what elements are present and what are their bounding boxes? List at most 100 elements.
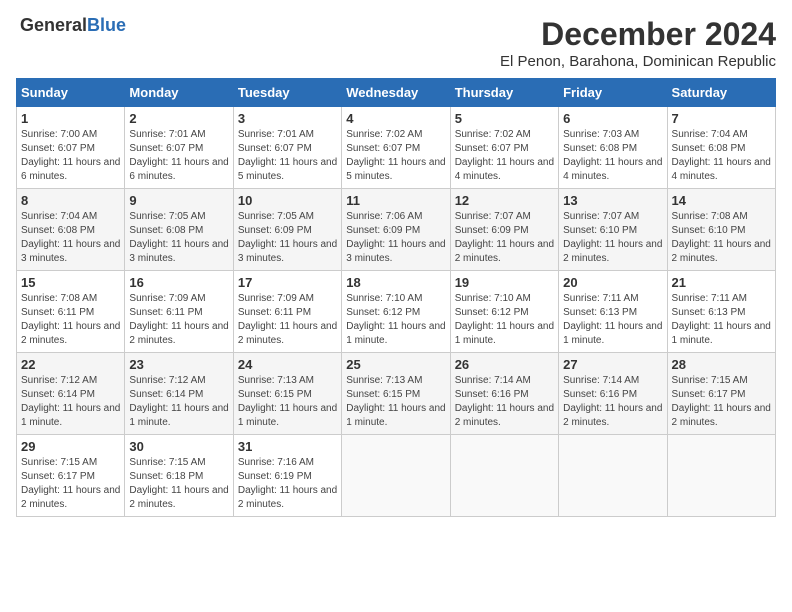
day-info: Sunrise: 7:15 AM Sunset: 6:18 PM Dayligh…: [129, 456, 228, 512]
day-info: Sunrise: 7:09 AM Sunset: 6:11 PM Dayligh…: [238, 292, 337, 348]
calendar-cell: 20 Sunrise: 7:11 AM Sunset: 6:13 PM Dayl…: [559, 271, 667, 353]
day-info: Sunrise: 7:14 AM Sunset: 6:16 PM Dayligh…: [455, 374, 554, 430]
day-number: 22: [21, 357, 120, 372]
calendar-cell: 11 Sunrise: 7:06 AM Sunset: 6:09 PM Dayl…: [342, 189, 450, 271]
day-info: Sunrise: 7:09 AM Sunset: 6:11 PM Dayligh…: [129, 292, 228, 348]
day-number: 16: [129, 275, 228, 290]
day-number: 5: [455, 111, 554, 126]
day-info: Sunrise: 7:11 AM Sunset: 6:13 PM Dayligh…: [672, 292, 771, 348]
day-info: Sunrise: 7:02 AM Sunset: 6:07 PM Dayligh…: [455, 128, 554, 184]
calendar-body: 1 Sunrise: 7:00 AM Sunset: 6:07 PM Dayli…: [17, 107, 776, 517]
calendar-cell: 9 Sunrise: 7:05 AM Sunset: 6:08 PM Dayli…: [125, 189, 233, 271]
day-info: Sunrise: 7:07 AM Sunset: 6:10 PM Dayligh…: [563, 210, 662, 266]
calendar-cell: 22 Sunrise: 7:12 AM Sunset: 6:14 PM Dayl…: [17, 353, 125, 435]
calendar-cell: 30 Sunrise: 7:15 AM Sunset: 6:18 PM Dayl…: [125, 435, 233, 517]
weekday-header-monday: Monday: [125, 79, 233, 107]
calendar-cell: 7 Sunrise: 7:04 AM Sunset: 6:08 PM Dayli…: [667, 107, 775, 189]
calendar-cell: 29 Sunrise: 7:15 AM Sunset: 6:17 PM Dayl…: [17, 435, 125, 517]
calendar-cell: 21 Sunrise: 7:11 AM Sunset: 6:13 PM Dayl…: [667, 271, 775, 353]
day-number: 3: [238, 111, 337, 126]
day-number: 4: [346, 111, 445, 126]
calendar-cell: 6 Sunrise: 7:03 AM Sunset: 6:08 PM Dayli…: [559, 107, 667, 189]
day-info: Sunrise: 7:06 AM Sunset: 6:09 PM Dayligh…: [346, 210, 445, 266]
calendar-week-row: 22 Sunrise: 7:12 AM Sunset: 6:14 PM Dayl…: [17, 353, 776, 435]
day-info: Sunrise: 7:04 AM Sunset: 6:08 PM Dayligh…: [672, 128, 771, 184]
day-number: 20: [563, 275, 662, 290]
calendar-week-row: 8 Sunrise: 7:04 AM Sunset: 6:08 PM Dayli…: [17, 189, 776, 271]
calendar-cell: 17 Sunrise: 7:09 AM Sunset: 6:11 PM Dayl…: [233, 271, 341, 353]
day-info: Sunrise: 7:14 AM Sunset: 6:16 PM Dayligh…: [563, 374, 662, 430]
logo-text: GeneralBlue: [20, 16, 126, 36]
day-number: 1: [21, 111, 120, 126]
day-info: Sunrise: 7:13 AM Sunset: 6:15 PM Dayligh…: [346, 374, 445, 430]
calendar-week-row: 1 Sunrise: 7:00 AM Sunset: 6:07 PM Dayli…: [17, 107, 776, 189]
day-info: Sunrise: 7:05 AM Sunset: 6:09 PM Dayligh…: [238, 210, 337, 266]
weekday-header-row: SundayMondayTuesdayWednesdayThursdayFrid…: [17, 79, 776, 107]
calendar-week-row: 15 Sunrise: 7:08 AM Sunset: 6:11 PM Dayl…: [17, 271, 776, 353]
calendar-cell: 31 Sunrise: 7:16 AM Sunset: 6:19 PM Dayl…: [233, 435, 341, 517]
calendar-cell: 19 Sunrise: 7:10 AM Sunset: 6:12 PM Dayl…: [450, 271, 558, 353]
location-title: El Penon, Barahona, Dominican Republic: [500, 53, 776, 70]
day-info: Sunrise: 7:16 AM Sunset: 6:19 PM Dayligh…: [238, 456, 337, 512]
day-info: Sunrise: 7:11 AM Sunset: 6:13 PM Dayligh…: [563, 292, 662, 348]
day-number: 31: [238, 439, 337, 454]
calendar-cell: 8 Sunrise: 7:04 AM Sunset: 6:08 PM Dayli…: [17, 189, 125, 271]
day-number: 13: [563, 193, 662, 208]
day-info: Sunrise: 7:10 AM Sunset: 6:12 PM Dayligh…: [455, 292, 554, 348]
calendar-cell: 15 Sunrise: 7:08 AM Sunset: 6:11 PM Dayl…: [17, 271, 125, 353]
logo: GeneralBlue: [16, 16, 126, 36]
calendar-cell: 16 Sunrise: 7:09 AM Sunset: 6:11 PM Dayl…: [125, 271, 233, 353]
weekday-header-friday: Friday: [559, 79, 667, 107]
day-number: 10: [238, 193, 337, 208]
day-number: 23: [129, 357, 228, 372]
day-number: 8: [21, 193, 120, 208]
day-info: Sunrise: 7:12 AM Sunset: 6:14 PM Dayligh…: [21, 374, 120, 430]
day-info: Sunrise: 7:01 AM Sunset: 6:07 PM Dayligh…: [129, 128, 228, 184]
day-number: 12: [455, 193, 554, 208]
header: GeneralBlue December 2024 El Penon, Bara…: [16, 16, 776, 70]
day-info: Sunrise: 7:15 AM Sunset: 6:17 PM Dayligh…: [672, 374, 771, 430]
calendar-cell: [559, 435, 667, 517]
day-number: 28: [672, 357, 771, 372]
day-number: 11: [346, 193, 445, 208]
calendar-cell: 12 Sunrise: 7:07 AM Sunset: 6:09 PM Dayl…: [450, 189, 558, 271]
calendar-cell: 27 Sunrise: 7:14 AM Sunset: 6:16 PM Dayl…: [559, 353, 667, 435]
calendar-cell: 2 Sunrise: 7:01 AM Sunset: 6:07 PM Dayli…: [125, 107, 233, 189]
day-info: Sunrise: 7:07 AM Sunset: 6:09 PM Dayligh…: [455, 210, 554, 266]
day-info: Sunrise: 7:15 AM Sunset: 6:17 PM Dayligh…: [21, 456, 120, 512]
day-info: Sunrise: 7:12 AM Sunset: 6:14 PM Dayligh…: [129, 374, 228, 430]
calendar-cell: 5 Sunrise: 7:02 AM Sunset: 6:07 PM Dayli…: [450, 107, 558, 189]
day-info: Sunrise: 7:00 AM Sunset: 6:07 PM Dayligh…: [21, 128, 120, 184]
logo-general: General: [20, 15, 87, 35]
day-number: 6: [563, 111, 662, 126]
day-number: 26: [455, 357, 554, 372]
calendar-cell: 4 Sunrise: 7:02 AM Sunset: 6:07 PM Dayli…: [342, 107, 450, 189]
day-number: 24: [238, 357, 337, 372]
calendar-week-row: 29 Sunrise: 7:15 AM Sunset: 6:17 PM Dayl…: [17, 435, 776, 517]
weekday-header-sunday: Sunday: [17, 79, 125, 107]
calendar-cell: 18 Sunrise: 7:10 AM Sunset: 6:12 PM Dayl…: [342, 271, 450, 353]
calendar-cell: 25 Sunrise: 7:13 AM Sunset: 6:15 PM Dayl…: [342, 353, 450, 435]
calendar-cell: 23 Sunrise: 7:12 AM Sunset: 6:14 PM Dayl…: [125, 353, 233, 435]
day-info: Sunrise: 7:02 AM Sunset: 6:07 PM Dayligh…: [346, 128, 445, 184]
day-number: 25: [346, 357, 445, 372]
day-number: 15: [21, 275, 120, 290]
day-info: Sunrise: 7:08 AM Sunset: 6:10 PM Dayligh…: [672, 210, 771, 266]
calendar-cell: 14 Sunrise: 7:08 AM Sunset: 6:10 PM Dayl…: [667, 189, 775, 271]
day-number: 7: [672, 111, 771, 126]
day-number: 18: [346, 275, 445, 290]
day-info: Sunrise: 7:03 AM Sunset: 6:08 PM Dayligh…: [563, 128, 662, 184]
calendar-cell: 13 Sunrise: 7:07 AM Sunset: 6:10 PM Dayl…: [559, 189, 667, 271]
weekday-header-tuesday: Tuesday: [233, 79, 341, 107]
calendar-table: SundayMondayTuesdayWednesdayThursdayFrid…: [16, 78, 776, 517]
day-number: 19: [455, 275, 554, 290]
day-info: Sunrise: 7:05 AM Sunset: 6:08 PM Dayligh…: [129, 210, 228, 266]
calendar-cell: 28 Sunrise: 7:15 AM Sunset: 6:17 PM Dayl…: [667, 353, 775, 435]
day-number: 21: [672, 275, 771, 290]
day-number: 9: [129, 193, 228, 208]
weekday-header-wednesday: Wednesday: [342, 79, 450, 107]
day-info: Sunrise: 7:01 AM Sunset: 6:07 PM Dayligh…: [238, 128, 337, 184]
day-info: Sunrise: 7:04 AM Sunset: 6:08 PM Dayligh…: [21, 210, 120, 266]
logo-blue: Blue: [87, 15, 126, 35]
weekday-header-thursday: Thursday: [450, 79, 558, 107]
